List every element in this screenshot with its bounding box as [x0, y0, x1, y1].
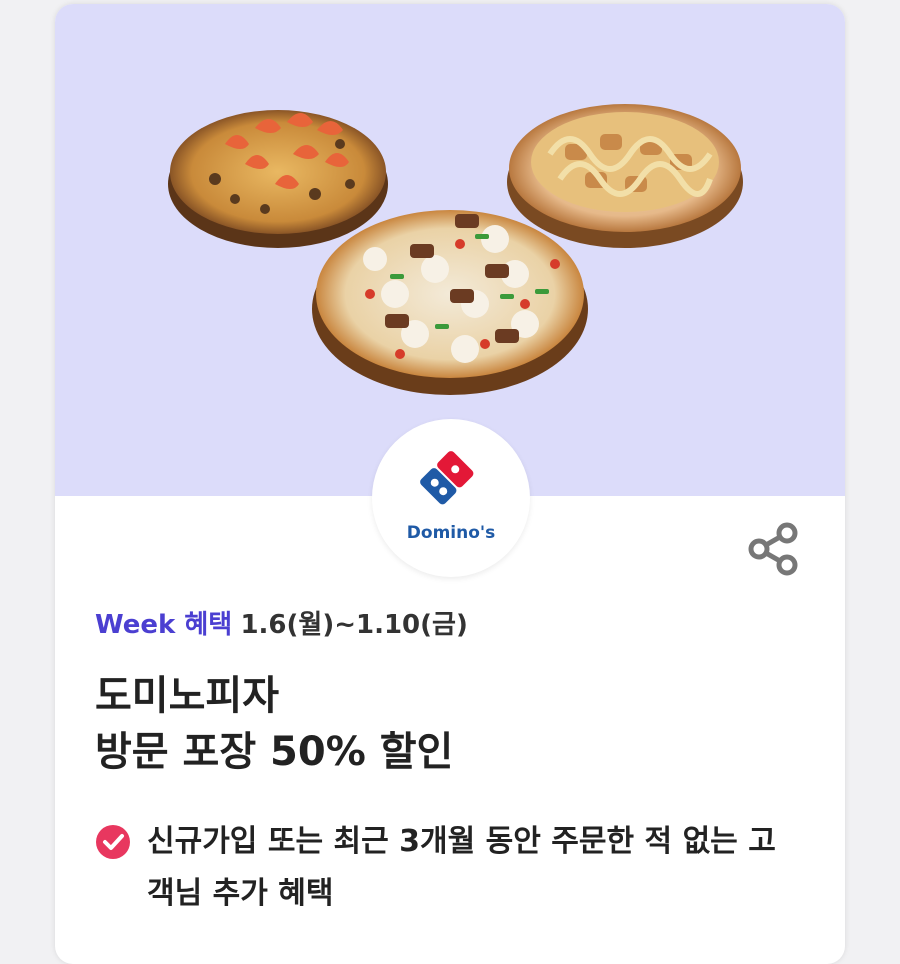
title-line-1: 도미노피자: [95, 673, 279, 719]
week-label: Week 혜택: [95, 610, 233, 640]
check-circle-icon: [96, 825, 130, 859]
brand-logo-text: Domino's: [406, 523, 496, 543]
promo-period: Week 혜택 1.6(월)~1.10(금): [95, 604, 468, 641]
share-button[interactable]: [745, 520, 803, 578]
dominos-logo-icon: [420, 451, 474, 505]
date-range: 1.6(월)~1.10(금): [240, 610, 468, 640]
benefit-text: 신규가입 또는 최근 3개월 동안 주문한 적 없는 고객님 추가 혜택: [147, 824, 776, 911]
brand-logo: Domino's: [372, 419, 530, 577]
share-icon: [748, 522, 798, 576]
promo-card[interactable]: Domino's Week 혜택 1.6(월)~1.10(금) 도미노피자 방문…: [55, 4, 845, 964]
title-line-2: 방문 포장 50% 할인: [95, 729, 454, 775]
promo-title: 도미노피자 방문 포장 50% 할인: [95, 668, 453, 780]
